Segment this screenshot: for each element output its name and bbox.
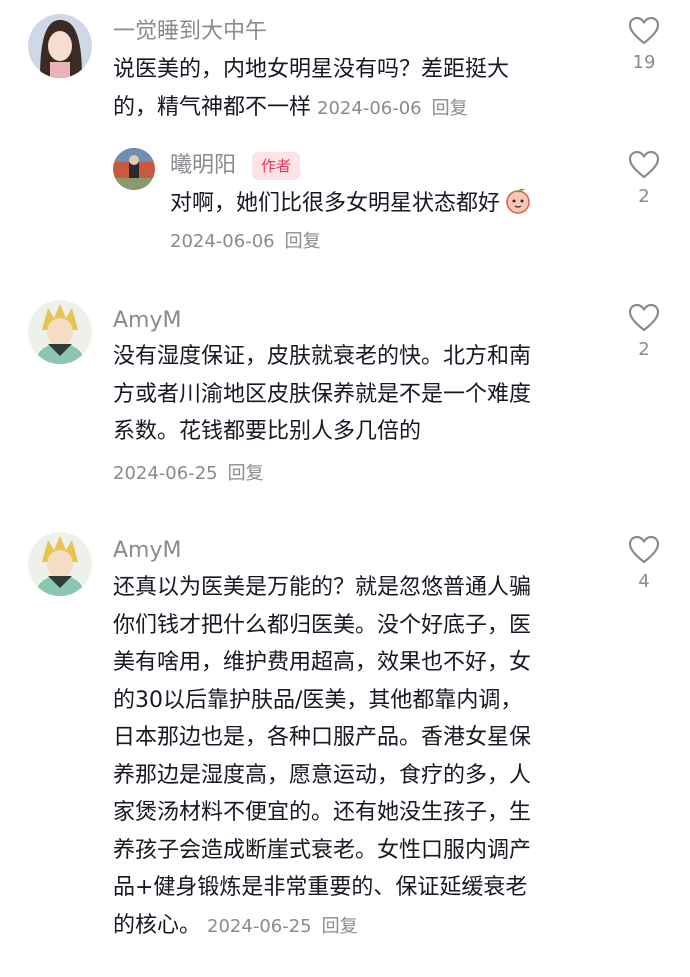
comment-date: 2024-06-06 bbox=[317, 97, 422, 119]
heart-icon bbox=[628, 16, 660, 45]
username[interactable]: 曦明阳 bbox=[170, 152, 236, 180]
comment-meta: 2024-06-25 回复 bbox=[113, 460, 264, 488]
reply-button[interactable]: 回复 bbox=[432, 98, 468, 119]
comment-line: 品+健身锻炼是非常重要的、保证延缓衰老 bbox=[113, 875, 528, 900]
comment-line: 日本那边也是，各种口服产品。香港女星保 bbox=[113, 725, 532, 750]
like-count: 4 bbox=[638, 571, 650, 592]
comment-line: 养孩子会造成断崖式衰老。女性口服内调产 bbox=[113, 837, 532, 863]
comment-line: 美有啥用，维护费用超高，效果也不好，女 bbox=[113, 650, 532, 675]
comment-item: 一觉睡到大中午 说医美的，内地女明星没有吗？差距挺大 的，精气神都不一样 2024… bbox=[0, 0, 690, 140]
reply-button[interactable]: 回复 bbox=[228, 463, 264, 484]
comment-date: 2024-06-25 bbox=[207, 915, 312, 937]
like-count: 2 bbox=[638, 339, 650, 360]
comment-line: 系数。花钱都要比别人多几倍的 bbox=[113, 419, 422, 444]
like-count: 19 bbox=[632, 52, 656, 73]
peach-emoji-icon bbox=[506, 188, 530, 214]
avatar[interactable] bbox=[28, 532, 92, 596]
comment-line: 养那边是湿度高，愿意运动，食疗的多，人 bbox=[113, 762, 532, 788]
avatar[interactable] bbox=[28, 14, 92, 78]
comment-date: 2024-06-25 bbox=[113, 463, 218, 484]
comment-line: 方或者川渝地区皮肤保养就是不是一个难度 bbox=[113, 381, 532, 407]
like-button[interactable]: 2 bbox=[614, 150, 674, 208]
heart-icon bbox=[628, 150, 660, 179]
comment-line: 没有湿度保证，皮肤就衰老的快。北方和南 bbox=[113, 344, 532, 369]
heart-icon bbox=[628, 535, 660, 564]
like-button[interactable]: 19 bbox=[614, 16, 674, 74]
comment-item: AmyM 还真以为医美是万能的？就是忽悠普通人骗 你们钱才把什么都归医美。没个好… bbox=[0, 522, 690, 977]
comment-line: 的，精气神都不一样 2024-06-06 回复 bbox=[113, 94, 468, 120]
comment-line: 的核心。 2024-06-25 回复 bbox=[113, 912, 358, 938]
comment-line: 的30以后靠护肤品/医美，其他都靠内调， bbox=[113, 687, 523, 713]
like-count: 2 bbox=[638, 186, 650, 207]
username[interactable]: 一觉睡到大中午 bbox=[113, 18, 267, 46]
comment-item: AmyM 没有湿度保证，皮肤就衰老的快。北方和南 方或者川渝地区皮肤保养就是不是… bbox=[0, 290, 690, 500]
avatar[interactable] bbox=[28, 300, 92, 364]
comment-line: 家煲汤材料不便宜的。还有她没生孩子，生 bbox=[113, 800, 532, 825]
like-button[interactable]: 2 bbox=[614, 303, 674, 361]
username[interactable]: AmyM bbox=[113, 307, 181, 335]
comment-line: 对啊，她们比很多女明星状态都好 bbox=[170, 185, 532, 223]
avatar[interactable] bbox=[113, 148, 155, 190]
comment-date: 2024-06-06 bbox=[170, 231, 275, 252]
comment-text: 还真以为医美是万能的？就是忽悠普通人骗 你们钱才把什么都归医美。没个好底子，医 … bbox=[113, 569, 531, 945]
comment-text: 没有湿度保证，皮肤就衰老的快。北方和南 方或者川渝地区皮肤保养就是不是一个难度 … bbox=[113, 338, 531, 451]
reply-item: 曦明阳 作者 对啊，她们比很多女明星状态都好 2024-06-06 回复 2 bbox=[0, 140, 690, 270]
comment-line: 说医美的，内地女明星没有吗？差距挺大 bbox=[113, 57, 510, 82]
author-badge: 作者 bbox=[252, 152, 301, 180]
like-button[interactable]: 4 bbox=[614, 535, 674, 593]
reply-button[interactable]: 回复 bbox=[322, 916, 358, 937]
comment-text: 说医美的，内地女明星没有吗？差距挺大 的，精气神都不一样 2024-06-06 回复 bbox=[113, 51, 509, 127]
comment-line: 你们钱才把什么都归医美。没个好底子，医 bbox=[113, 612, 532, 638]
comment-text: 对啊，她们比很多女明星状态都好 bbox=[170, 185, 532, 223]
reply-button[interactable]: 回复 bbox=[285, 231, 321, 252]
username[interactable]: AmyM bbox=[113, 537, 181, 565]
comment-meta: 2024-06-06 回复 bbox=[170, 228, 321, 256]
heart-icon bbox=[628, 303, 660, 332]
comment-line: 还真以为医美是万能的？就是忽悠普通人骗 bbox=[113, 575, 532, 600]
